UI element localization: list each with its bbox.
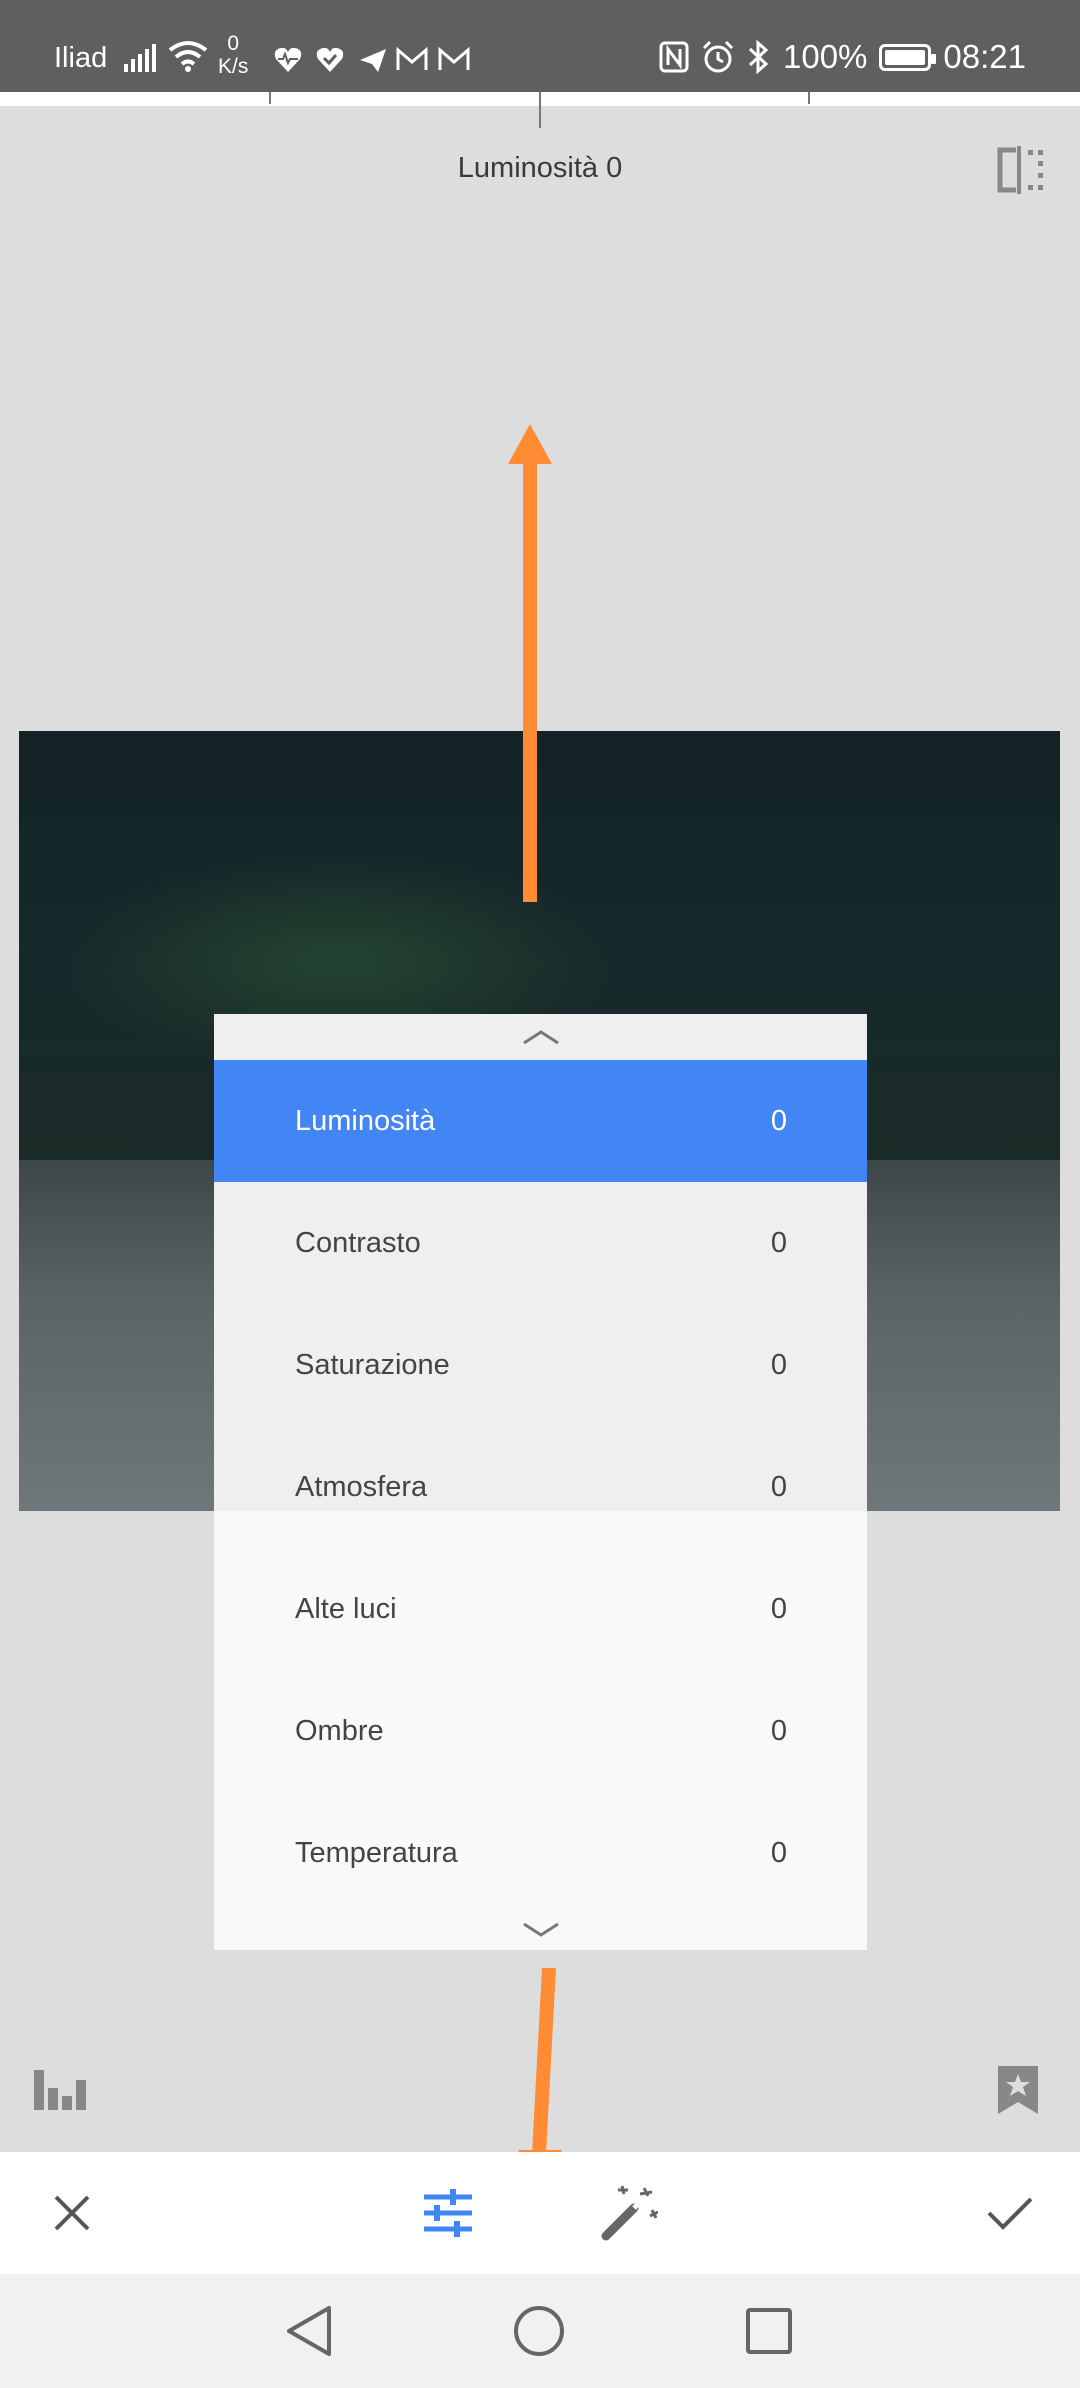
close-icon[interactable] bbox=[12, 2152, 132, 2274]
ruler-tick bbox=[269, 92, 271, 104]
adjustment-row-saturazione[interactable]: Saturazione 0 bbox=[214, 1304, 867, 1426]
adjustment-value: 0 bbox=[770, 1226, 787, 1259]
adjustment-row-contrasto[interactable]: Contrasto 0 bbox=[214, 1182, 867, 1304]
recents-square-icon[interactable] bbox=[719, 2274, 819, 2388]
scroll-up-chevron-icon[interactable] bbox=[214, 1014, 867, 1060]
network-speed: 0 K/s bbox=[218, 32, 248, 78]
adjustment-label: Ombre bbox=[295, 1714, 384, 1747]
adjustment-value: 0 bbox=[770, 1836, 787, 1869]
adjustment-label: Temperatura bbox=[295, 1836, 458, 1869]
adjustment-value: 0 bbox=[770, 1104, 787, 1137]
ruler-tick-center bbox=[539, 92, 541, 128]
adjustment-title: Luminosità 0 bbox=[457, 152, 623, 184]
adjustment-value: 0 bbox=[770, 1470, 787, 1503]
signal-icon bbox=[124, 44, 156, 72]
notification-icons bbox=[274, 46, 470, 72]
magic-wand-icon[interactable] bbox=[569, 2152, 689, 2274]
battery-percentage: 100% bbox=[783, 38, 868, 75]
histogram-icon[interactable] bbox=[34, 2070, 88, 2110]
adjustment-value: 0 bbox=[770, 1592, 787, 1625]
bottom-toolbar bbox=[0, 2152, 1080, 2274]
net-speed-value: 0 bbox=[227, 32, 240, 55]
carrier-name: Iliad bbox=[54, 42, 108, 74]
status-right: 100% 08:21 bbox=[659, 38, 1026, 76]
adjustment-row-temperatura[interactable]: Temperatura 0 bbox=[214, 1792, 867, 1914]
clock: 08:21 bbox=[943, 38, 1026, 75]
checkmark-icon[interactable] bbox=[950, 2152, 1070, 2274]
adjustment-label: Alte luci bbox=[295, 1592, 397, 1625]
back-triangle-icon[interactable] bbox=[259, 2274, 359, 2388]
adjustment-label: Contrasto bbox=[295, 1226, 421, 1259]
scroll-down-chevron-icon[interactable] bbox=[214, 1910, 867, 1950]
adjustment-row-atmosfera[interactable]: Atmosfera 0 bbox=[214, 1426, 867, 1548]
alarm-icon bbox=[702, 40, 734, 73]
adjustment-row-ombre[interactable]: Ombre 0 bbox=[214, 1670, 867, 1792]
adjustment-row-luminosita[interactable]: Luminosità 0 bbox=[214, 1060, 867, 1182]
adjustment-value: 0 bbox=[770, 1714, 787, 1747]
ruler-tick bbox=[808, 92, 810, 104]
compare-icon[interactable] bbox=[994, 146, 1044, 194]
sliders-icon[interactable] bbox=[388, 2152, 508, 2274]
adjustments-menu[interactable]: Luminosità 0 Contrasto 0 Saturazione 0 A… bbox=[214, 1014, 867, 1950]
adjustment-label: Luminosità bbox=[295, 1104, 436, 1137]
home-circle-icon[interactable] bbox=[489, 2274, 589, 2388]
battery-icon bbox=[879, 43, 937, 71]
adjustment-row-alte-luci[interactable]: Alte luci 0 bbox=[214, 1548, 867, 1670]
adjustment-label: Atmosfera bbox=[295, 1470, 428, 1503]
adjustment-value: 0 bbox=[770, 1348, 787, 1381]
wifi-icon bbox=[168, 41, 208, 72]
bookmark-star-icon[interactable] bbox=[998, 2066, 1038, 2114]
system-nav-bar bbox=[0, 2274, 1080, 2388]
annotation-arrow-up bbox=[508, 424, 552, 902]
nfc-icon bbox=[659, 41, 689, 73]
status-bar: Iliad 0 K/s 100% 08:21 bbox=[0, 0, 1080, 92]
bluetooth-icon bbox=[748, 40, 769, 74]
adjustment-label: Saturazione bbox=[295, 1348, 450, 1381]
net-speed-unit: K/s bbox=[218, 55, 249, 78]
